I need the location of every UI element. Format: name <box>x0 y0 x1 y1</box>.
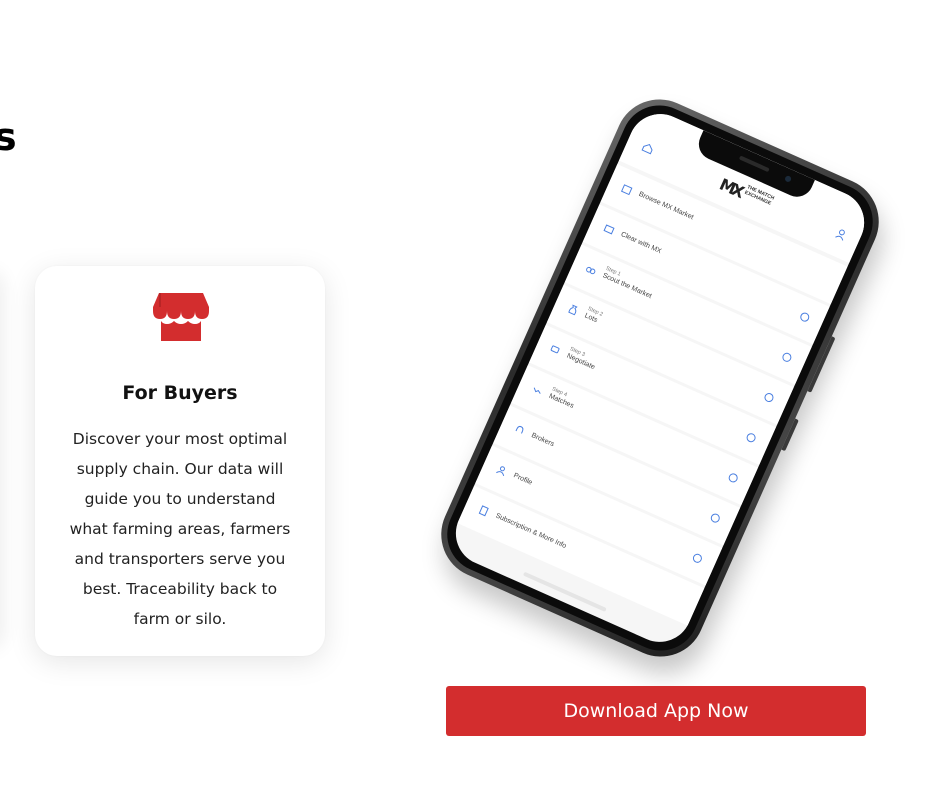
sack-icon <box>568 304 578 316</box>
front-camera <box>784 174 793 183</box>
menu-item-label: Clear with MX <box>619 231 663 256</box>
card-icon <box>603 224 615 235</box>
headset-icon <box>515 425 524 434</box>
section-heading-partial: s <box>0 115 17 159</box>
menu-item-label: Brokers <box>530 432 556 449</box>
home-icon[interactable] <box>641 141 655 155</box>
description-line: supply chain. Our data will <box>76 460 284 478</box>
card-description: Discover your most optimal supply chain.… <box>57 424 303 634</box>
logo-text: THE MATCH EXCHANGE <box>743 184 776 207</box>
info-icon[interactable] <box>727 471 740 484</box>
info-icon[interactable] <box>763 391 775 404</box>
person-icon <box>496 466 505 477</box>
binoculars-icon <box>586 266 596 275</box>
description-line: and transporters serve you <box>74 550 286 568</box>
phone-screen: MX THE MATCH EXCHANGE Browse MX Market C… <box>445 103 875 653</box>
chat-icon <box>550 345 560 354</box>
menu-item-label: Browse MX Market <box>637 190 695 222</box>
store-icon <box>620 184 633 196</box>
info-icon[interactable] <box>780 351 793 364</box>
description-line: what farming areas, farmers <box>69 520 291 538</box>
logo-mark: MX <box>716 174 745 201</box>
info-icon[interactable] <box>691 552 704 565</box>
description-line: Discover your most optimal <box>72 430 288 448</box>
info-icon[interactable] <box>745 431 758 444</box>
info-icon[interactable] <box>709 512 722 525</box>
description-line: guide you to understand <box>84 490 276 508</box>
document-icon <box>478 505 489 517</box>
card-title: For Buyers <box>122 382 238 404</box>
description-line: best. Traceability back to <box>82 580 278 598</box>
menu-item-label: Profile <box>512 472 534 487</box>
phone-body: MX THE MATCH EXCHANGE Browse MX Market C… <box>427 85 893 671</box>
description-line: farm or silo. <box>133 610 227 628</box>
menu-item-label: Scout the Market <box>601 272 653 301</box>
download-app-button[interactable]: Download App Now <box>446 686 866 736</box>
handshake-icon <box>533 387 541 394</box>
storefront-icon <box>153 293 209 341</box>
buyers-card: For Buyers Discover your most optimal su… <box>35 266 325 656</box>
info-icon[interactable] <box>798 311 811 324</box>
user-icon[interactable] <box>834 228 848 242</box>
speaker-grille <box>738 155 770 173</box>
